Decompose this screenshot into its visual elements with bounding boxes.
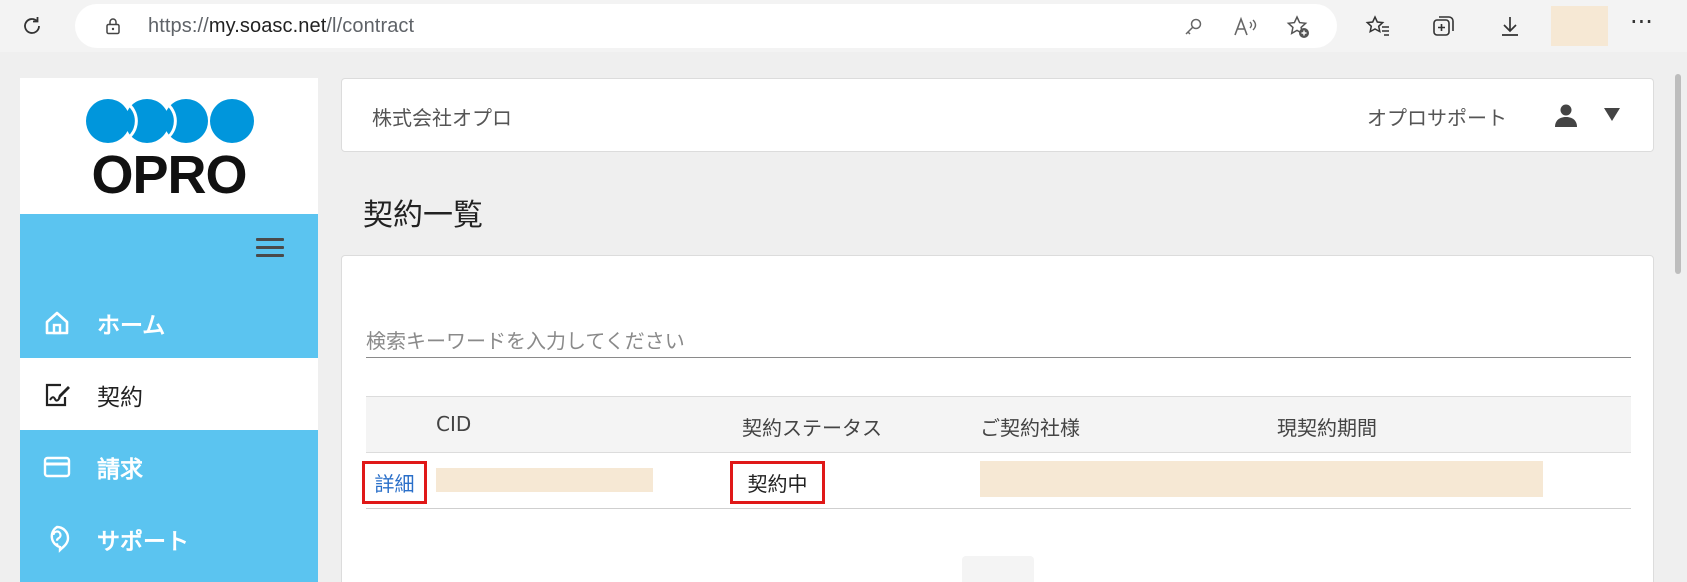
user-name[interactable]: オプロサポート bbox=[1367, 102, 1507, 131]
help-icon bbox=[42, 524, 72, 554]
chevron-down-icon[interactable] bbox=[1602, 104, 1622, 124]
collections-icon[interactable] bbox=[1428, 10, 1460, 42]
logo-wordmark: OPRO bbox=[91, 145, 247, 205]
sidebar-item-contract[interactable]: 契約 bbox=[20, 358, 318, 430]
home-icon bbox=[42, 308, 72, 338]
profile-avatar[interactable] bbox=[1551, 6, 1608, 46]
detail-link[interactable]: 詳細 bbox=[362, 461, 427, 504]
sidebar-item-label: ホーム bbox=[97, 313, 166, 339]
sidebar-item-label: 請求 bbox=[97, 457, 143, 483]
table-header: CID 契約ステータス ご契約社様 現契約期間 bbox=[366, 396, 1631, 453]
company-period-redacted bbox=[980, 461, 1543, 497]
status-cell: 契約中 bbox=[730, 461, 825, 504]
sidebar-item-label: サポート bbox=[97, 529, 189, 555]
company-name: 株式会社オプロ bbox=[372, 106, 512, 130]
sidebar: OPRO ホーム 契約 請求 サポート bbox=[20, 78, 318, 582]
favorite-add-icon[interactable] bbox=[1285, 14, 1311, 40]
sidebar-item-label: 契約 bbox=[97, 385, 143, 411]
refresh-icon[interactable] bbox=[16, 10, 48, 42]
favorites-icon[interactable] bbox=[1362, 10, 1394, 42]
column-header-period: 現契約期間 bbox=[1277, 416, 1377, 440]
table-row: 詳細 契約中 bbox=[362, 453, 1631, 509]
lock-icon bbox=[103, 16, 123, 36]
sidebar-item-home[interactable]: ホーム bbox=[20, 286, 318, 358]
more-icon[interactable]: ··· bbox=[1630, 8, 1653, 36]
menu-toggle-icon[interactable] bbox=[256, 238, 284, 258]
browser-toolbar: https://my.soasc.net/l/contract ··· bbox=[0, 0, 1687, 52]
address-bar[interactable]: https://my.soasc.net/l/contract bbox=[75, 4, 1337, 48]
scrollbar[interactable] bbox=[1670, 52, 1687, 582]
logo-circles-icon bbox=[86, 99, 254, 143]
download-icon[interactable] bbox=[1494, 10, 1526, 42]
credit-card-icon bbox=[42, 452, 72, 482]
column-header-company: ご契約社様 bbox=[980, 416, 1080, 440]
pagination[interactable] bbox=[962, 556, 1034, 582]
user-icon[interactable] bbox=[1552, 101, 1580, 129]
header: 株式会社オプロ オプロサポート bbox=[341, 78, 1654, 152]
column-header-status: 契約ステータス bbox=[742, 416, 882, 440]
sidebar-item-support[interactable]: サポート bbox=[20, 502, 318, 574]
url-text: https://my.soasc.net/l/contract bbox=[148, 15, 415, 37]
read-aloud-icon[interactable] bbox=[1233, 14, 1259, 40]
logo[interactable]: OPRO bbox=[20, 78, 318, 214]
search-input[interactable] bbox=[366, 324, 1631, 358]
sidebar-item-billing[interactable]: 請求 bbox=[20, 430, 318, 502]
column-header-cid: CID bbox=[436, 412, 472, 436]
key-icon[interactable] bbox=[1180, 14, 1206, 40]
contract-list-panel: CID 契約ステータス ご契約社様 現契約期間 詳細 契約中 bbox=[341, 255, 1654, 582]
cid-value-redacted bbox=[436, 468, 653, 492]
page-title: 契約一覧 bbox=[363, 198, 483, 233]
contract-sign-icon bbox=[42, 380, 72, 410]
